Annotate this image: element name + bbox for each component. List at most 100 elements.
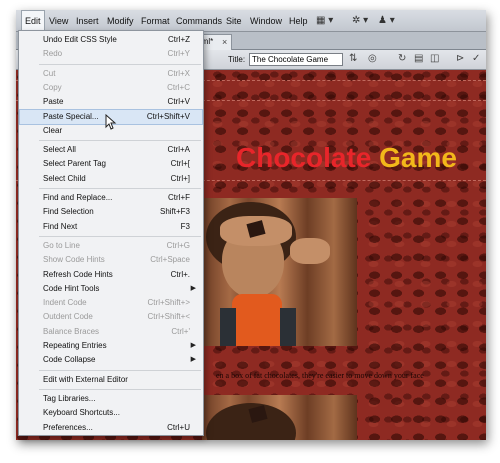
menu-item-keyboard-shortcuts[interactable]: Keyboard Shortcuts...: [20, 406, 202, 420]
menu-item-label: Cut: [43, 68, 56, 78]
menu-item-label: Refresh Code Hints: [43, 269, 113, 279]
menu-separator: [39, 140, 201, 142]
menu-item-shortcut: Ctrl+Shift+<: [147, 312, 190, 322]
view-options-icon[interactable]: ▤: [414, 53, 423, 64]
menu-item-cut[interactable]: Cut Ctrl+X: [20, 67, 202, 81]
menu-item-label: Preferences...: [43, 422, 93, 432]
menu-item-shortcut: Ctrl+V: [167, 97, 190, 107]
validate-icon[interactable]: ⊳: [456, 53, 464, 64]
menu-help[interactable]: Help: [286, 10, 311, 32]
menu-item-code-collapse[interactable]: Code Collapse ▶: [20, 353, 202, 367]
page-heading: Chocolate Game: [236, 142, 457, 174]
menu-item-shortcut: Ctrl+]: [170, 173, 190, 183]
menu-edit[interactable]: Edit: [21, 10, 45, 32]
menu-item-find-next[interactable]: Find Next F3: [20, 220, 202, 234]
menu-site[interactable]: Site: [223, 10, 245, 32]
menu-item-label: Keyboard Shortcuts...: [43, 408, 120, 418]
menu-item-label: Paste Special...: [43, 111, 99, 121]
refresh-icon[interactable]: ↻: [398, 53, 406, 64]
menu-item-label: Clear: [43, 125, 63, 135]
menu-item-show-code-hints[interactable]: Show Code Hints Ctrl+Space: [20, 253, 202, 267]
menu-item-find-selection[interactable]: Find Selection Shift+F3: [20, 205, 202, 219]
menu-separator: [39, 188, 201, 189]
menu-modify[interactable]: Modify: [104, 10, 137, 32]
submenu-arrow-icon: ▶: [190, 284, 196, 292]
menu-item-repeating-entries[interactable]: Repeating Entries ▶: [20, 339, 202, 353]
menu-item-redo[interactable]: Redo Ctrl+Y: [20, 47, 202, 61]
menu-item-shortcut: Shift+F3: [159, 207, 190, 217]
menu-item-edit-with-external-editor[interactable]: Edit with External Editor: [20, 373, 202, 387]
menu-item-shortcut: Ctrl+G: [166, 240, 190, 250]
menu-item-preferences[interactable]: Preferences... Ctrl+U: [20, 421, 202, 435]
mouse-cursor-icon: [105, 114, 117, 130]
menu-bar: Edit View Insert Modify Format Commands …: [16, 10, 486, 32]
menu-item-label: Outdent Code: [43, 312, 93, 322]
page-title-input[interactable]: [249, 53, 343, 66]
heading-word-game: Game: [379, 142, 457, 173]
menu-item-select-parent-tag[interactable]: Select Parent Tag Ctrl+[: [20, 157, 202, 171]
layout-icon[interactable]: ▦ ▾: [316, 14, 333, 28]
menu-item-copy[interactable]: Copy Ctrl+C: [20, 81, 202, 95]
edit-menu-dropdown: Undo Edit CSS Style Ctrl+Z Redo Ctrl+Y Cut Ct…: [18, 30, 204, 436]
menu-item-go-to-line[interactable]: Go to Line Ctrl+G: [20, 239, 202, 253]
menu-item-label: Copy: [43, 82, 62, 92]
menu-item-label: Select Child: [43, 173, 86, 183]
menu-item-shortcut: Ctrl+Y: [167, 49, 190, 59]
photo-child-with-chocolate-2[interactable]: [202, 395, 357, 440]
user-icon[interactable]: ♟ ▾: [378, 14, 395, 28]
menu-item-shortcut: Ctrl+U: [167, 422, 190, 432]
menu-format[interactable]: Format: [138, 10, 173, 32]
photo-caption: en a box of fat chocolates, they're easi…: [216, 371, 424, 380]
menu-item-select-child[interactable]: Select Child Ctrl+]: [20, 172, 202, 186]
menu-commands[interactable]: Commands: [173, 10, 225, 32]
menu-separator: [39, 235, 201, 237]
menu-item-shortcut: Ctrl+X: [167, 68, 190, 78]
menu-window[interactable]: Window: [247, 10, 285, 32]
menu-item-label: Find Next: [43, 221, 78, 231]
file-management-icon[interactable]: ⇅: [349, 53, 357, 64]
menu-item-indent-code[interactable]: Indent Code Ctrl+Shift+>: [20, 296, 202, 310]
visual-aids-icon[interactable]: ◫: [430, 53, 439, 64]
menu-item-shortcut: Ctrl+[: [170, 159, 190, 169]
menu-item-label: Find and Replace...: [43, 193, 113, 202]
menu-item-shortcut: Ctrl+.: [170, 269, 190, 279]
submenu-arrow-icon: ▶: [190, 342, 196, 349]
menu-item-code-hint-tools[interactable]: Code Hint Tools ▶: [20, 282, 202, 296]
menu-item-shortcut: Ctrl+Shift+V: [146, 111, 190, 121]
preview-in-browser-icon[interactable]: ◎: [368, 53, 377, 64]
close-icon[interactable]: ×: [222, 35, 227, 49]
photo-child-with-chocolate[interactable]: [202, 198, 357, 346]
menu-item-label: Find Selection: [43, 207, 94, 217]
menu-insert[interactable]: Insert: [73, 10, 102, 32]
menu-view[interactable]: View: [46, 10, 71, 32]
menu-item-label: Edit with External Editor: [43, 374, 128, 384]
menu-item-paste[interactable]: Paste Ctrl+V: [20, 95, 202, 109]
check-compat-icon[interactable]: ✓: [472, 53, 480, 64]
menu-separator: [39, 63, 201, 65]
menu-item-label: Balance Braces: [43, 326, 100, 336]
menu-item-shortcut: F3: [180, 221, 190, 231]
menu-item-label: Indent Code: [43, 298, 87, 308]
menu-item-find-and-replace[interactable]: Find and Replace... Ctrl+F: [20, 191, 202, 205]
menu-item-label: Paste: [43, 97, 64, 107]
menu-item-label: Show Code Hints: [43, 255, 105, 265]
menu-item-shortcut: Ctrl+C: [167, 82, 190, 92]
menu-item-outdent-code[interactable]: Outdent Code Ctrl+Shift+<: [20, 310, 202, 324]
menu-item-label: Select Parent Tag: [43, 159, 107, 169]
menu-item-undo-edit-css-style[interactable]: Undo Edit CSS Style Ctrl+Z: [20, 33, 202, 47]
menu-item-label: Code Collapse: [43, 355, 96, 365]
menu-item-shortcut: Ctrl+F: [168, 193, 190, 202]
heading-word-chocolate: Chocolate: [236, 142, 372, 173]
menu-item-shortcut: Ctrl+Shift+>: [147, 298, 190, 308]
gear-icon[interactable]: ✲ ▾: [352, 14, 368, 28]
menu-item-balance-braces[interactable]: Balance Braces Ctrl+': [20, 325, 202, 339]
menu-item-shortcut: Ctrl+A: [167, 145, 190, 155]
menu-item-tag-libraries[interactable]: Tag Libraries...: [20, 392, 202, 406]
menu-item-label: Select All: [43, 145, 76, 155]
menu-item-select-all[interactable]: Select All Ctrl+A: [20, 143, 202, 157]
title-label: Title:: [228, 55, 246, 64]
menu-item-label: Tag Libraries...: [43, 393, 96, 403]
menu-separator: [39, 388, 201, 390]
menu-separator: [39, 369, 201, 371]
menu-item-refresh-code-hints[interactable]: Refresh Code Hints Ctrl+.: [20, 268, 202, 282]
